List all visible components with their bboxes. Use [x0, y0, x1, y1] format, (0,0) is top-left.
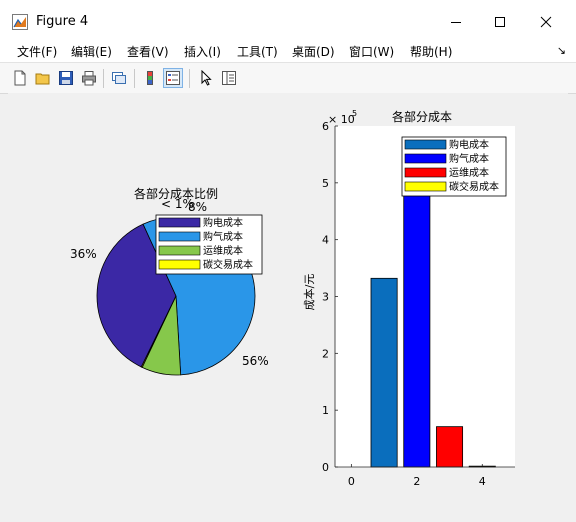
bar-y-tick-label: 3	[322, 291, 329, 304]
maximize-button[interactable]	[478, 8, 522, 36]
close-button[interactable]	[524, 8, 568, 36]
bar-legend-label-2: 运维成本	[449, 166, 489, 179]
bar-y-tick-label: 2	[322, 347, 329, 360]
bar-1[interactable]	[370, 277, 398, 468]
menu-view[interactable]: 查看(V)	[127, 43, 169, 60]
bar-y-tick-label: 5	[322, 177, 329, 190]
pie-legend-swatch-2	[158, 245, 201, 256]
dock-arrow-icon[interactable]: ↘	[557, 44, 566, 57]
bar-3[interactable]	[436, 426, 464, 468]
pie-legend-swatch-1	[158, 231, 201, 242]
pie-legend-swatch-3	[158, 259, 201, 270]
bar-y-exponent-base: × 10	[328, 113, 355, 126]
pie-legend-label-1: 购气成本	[203, 230, 243, 243]
insert-colorbar-icon[interactable]	[140, 68, 160, 88]
property-inspector-icon[interactable]	[219, 68, 239, 88]
link-plot-icon[interactable]	[109, 68, 129, 88]
bar-x-tick-label: 2	[413, 475, 420, 488]
open-file-icon[interactable]	[33, 68, 53, 88]
menu-desktop[interactable]: 桌面(D)	[292, 43, 335, 60]
minimize-button[interactable]	[434, 8, 478, 36]
pie-chart: 各部分成本比例 36% 56% 8% < 1% 购电成本 购气成本 运维成本 碳…	[70, 186, 269, 376]
menu-edit[interactable]: 编辑(E)	[71, 43, 112, 60]
bar-x-tick-label: 4	[479, 475, 486, 488]
pie-label-carbon: < 1%	[161, 197, 194, 211]
bar-legend-label-3: 碳交易成本	[449, 180, 499, 193]
pie-legend-label-3: 碳交易成本	[203, 258, 253, 271]
bar-y-tick-label: 0	[322, 461, 329, 474]
pointer-icon[interactable]	[196, 68, 216, 88]
print-icon[interactable]	[79, 68, 99, 88]
bar-legend-swatch-3	[404, 181, 447, 192]
bar-title: 各部分成本	[392, 109, 452, 124]
pie-legend-label-0: 购电成本	[203, 216, 243, 229]
bar-x-axis: 0 2 4	[348, 464, 486, 488]
bar-legend-label-0: 购电成本	[449, 138, 489, 151]
bar-legend-swatch-1	[404, 153, 447, 164]
menu-tools[interactable]: 工具(T)	[237, 43, 278, 60]
menu-window[interactable]: 窗口(W)	[349, 43, 394, 60]
bar-y-label: 成本/元	[302, 274, 316, 311]
bar-2[interactable]	[403, 174, 431, 468]
bar-y-exponent-power: 5	[352, 109, 357, 118]
bar-legend[interactable]: 购电成本 购气成本 运维成本 碳交易成本	[401, 136, 507, 197]
menu-file[interactable]: 文件(F)	[17, 43, 57, 60]
pie-label-gas: 56%	[242, 354, 269, 368]
menu-bar: 文件(F) 编辑(E) 查看(V) 插入(I) 工具(T) 桌面(D) 窗口(W…	[0, 40, 576, 62]
bar-legend-swatch-2	[404, 167, 447, 178]
toolbar	[0, 62, 576, 94]
new-figure-icon[interactable]	[10, 68, 30, 88]
window-title: Figure 4	[36, 14, 89, 29]
pie-legend[interactable]: 购电成本 购气成本 运维成本 碳交易成本	[155, 214, 263, 275]
bar-x-tick-label: 0	[348, 475, 355, 488]
bar-y-tick-label: 1	[322, 404, 329, 417]
menu-help[interactable]: 帮助(H)	[410, 43, 452, 60]
pie-legend-swatch-0	[158, 217, 201, 228]
bar-legend-label-1: 购气成本	[449, 152, 489, 165]
pie-label-electricity: 36%	[70, 247, 97, 261]
bar-legend-swatch-0	[404, 139, 447, 150]
insert-legend-icon[interactable]	[163, 68, 183, 88]
bar-chart: 各部分成本 0123456 024 成本/元 × 10 5 购电成本 购气成本 …	[302, 109, 515, 488]
figure-canvas: 各部分成本比例 36% 56% 8% < 1% 购电成本 购气成本 运维成本 碳…	[8, 93, 568, 515]
pie-legend-label-2: 运维成本	[203, 244, 243, 257]
save-icon[interactable]	[56, 68, 76, 88]
bar-y-tick-label: 4	[322, 234, 329, 247]
menu-insert[interactable]: 插入(I)	[184, 43, 221, 60]
title-bar: Figure 4	[0, 0, 576, 40]
matlab-figure-icon	[12, 14, 28, 30]
